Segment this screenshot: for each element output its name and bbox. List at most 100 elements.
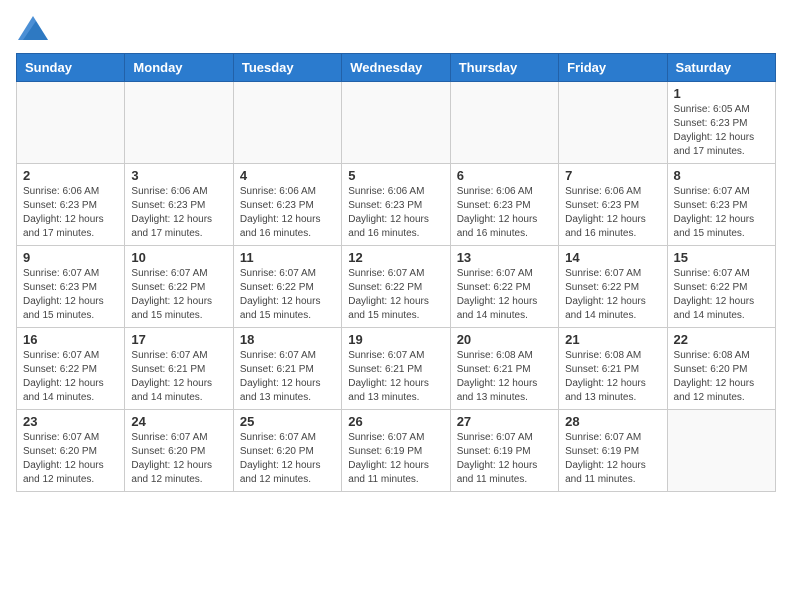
- day-number: 24: [131, 414, 226, 429]
- day-number: 2: [23, 168, 118, 183]
- calendar-cell: 15Sunrise: 6:07 AM Sunset: 6:22 PM Dayli…: [667, 246, 775, 328]
- day-info: Sunrise: 6:08 AM Sunset: 6:21 PM Dayligh…: [457, 349, 552, 405]
- calendar-cell: [559, 82, 667, 164]
- day-info: Sunrise: 6:06 AM Sunset: 6:23 PM Dayligh…: [23, 185, 118, 241]
- calendar-cell: 12 Sunrise: 6:07 AM Sunset: 6:22 PM Dayli…: [342, 246, 450, 328]
- day-info: Sunrise: 6:06 AM Sunset: 6:23 PM Dayligh…: [240, 185, 335, 241]
- day-number: 1: [674, 86, 769, 101]
- calendar-cell: 11 Sunrise: 6:07 AM Sunset: 6:22 PM Dayli…: [233, 246, 341, 328]
- day-number: 27: [457, 414, 552, 429]
- day-info: Sunrise: 6:07 AM Sunset: 6:19 PM Dayligh…: [565, 431, 660, 487]
- calendar-cell: 16 Sunrise: 6:07 AM Sunset: 6:22 PM Dayli…: [17, 328, 125, 410]
- day-number: 8: [674, 168, 769, 183]
- day-info: Sunrise: 6:06 AM Sunset: 6:23 PM Dayligh…: [348, 185, 443, 241]
- day-info: Sunrise: 6:08 AM Sunset: 6:20 PM Dayligh…: [674, 349, 769, 405]
- day-number: 18: [240, 332, 335, 347]
- calendar-week-3: 9 Sunrise: 6:07 AM Sunset: 6:23 PM Daylig…: [17, 246, 776, 328]
- day-number: 4: [240, 168, 335, 183]
- weekday-wednesday: Wednesday: [342, 54, 450, 82]
- weekday-tuesday: Tuesday: [233, 54, 341, 82]
- day-info: Sunrise: 6:08 AM Sunset: 6:21 PM Dayligh…: [565, 349, 660, 405]
- calendar-cell: [125, 82, 233, 164]
- day-info: Sunrise: 6:05 AM Sunset: 6:23 PM Dayligh…: [674, 103, 769, 159]
- calendar-cell: 13Sunrise: 6:07 AM Sunset: 6:22 PM Dayli…: [450, 246, 558, 328]
- day-info: Sunrise: 6:07 AM Sunset: 6:19 PM Dayligh…: [348, 431, 443, 487]
- day-info: Sunrise: 6:06 AM Sunset: 6:23 PM Dayligh…: [457, 185, 552, 241]
- calendar-cell: 24 Sunrise: 6:07 AM Sunset: 6:20 PM Dayli…: [125, 410, 233, 492]
- day-number: 9: [23, 250, 118, 265]
- day-info: Sunrise: 6:07 AM Sunset: 6:22 PM Dayligh…: [23, 349, 118, 405]
- weekday-header-row: SundayMondayTuesdayWednesdayThursdayFrid…: [17, 54, 776, 82]
- day-number: 22: [674, 332, 769, 347]
- day-info: Sunrise: 6:06 AM Sunset: 6:23 PM Dayligh…: [565, 185, 660, 241]
- day-info: Sunrise: 6:06 AM Sunset: 6:23 PM Dayligh…: [131, 185, 226, 241]
- page-header: [16, 16, 776, 45]
- calendar-cell: 9 Sunrise: 6:07 AM Sunset: 6:23 PM Daylig…: [17, 246, 125, 328]
- day-number: 3: [131, 168, 226, 183]
- day-number: 11: [240, 250, 335, 265]
- calendar-cell: 19 Sunrise: 6:07 AM Sunset: 6:21 PM Dayli…: [342, 328, 450, 410]
- calendar-cell: 8 Sunrise: 6:07 AM Sunset: 6:23 PM Daylig…: [667, 164, 775, 246]
- day-info: Sunrise: 6:07 AM Sunset: 6:21 PM Dayligh…: [240, 349, 335, 405]
- calendar-cell: 5 Sunrise: 6:06 AM Sunset: 6:23 PM Daylig…: [342, 164, 450, 246]
- day-info: Sunrise: 6:07 AM Sunset: 6:23 PM Dayligh…: [23, 267, 118, 323]
- day-number: 25: [240, 414, 335, 429]
- day-number: 14: [565, 250, 660, 265]
- day-info: Sunrise: 6:07 AM Sunset: 6:22 PM Dayligh…: [240, 267, 335, 323]
- calendar-cell: 28 Sunrise: 6:07 AM Sunset: 6:19 PM Dayli…: [559, 410, 667, 492]
- day-number: 21: [565, 332, 660, 347]
- calendar-cell: 4 Sunrise: 6:06 AM Sunset: 6:23 PM Daylig…: [233, 164, 341, 246]
- calendar-cell: 26 Sunrise: 6:07 AM Sunset: 6:19 PM Dayli…: [342, 410, 450, 492]
- weekday-sunday: Sunday: [17, 54, 125, 82]
- calendar-cell: 2 Sunrise: 6:06 AM Sunset: 6:23 PM Daylig…: [17, 164, 125, 246]
- calendar-week-1: 1 Sunrise: 6:05 AM Sunset: 6:23 PM Daylig…: [17, 82, 776, 164]
- day-info: Sunrise: 6:07 AM Sunset: 6:20 PM Dayligh…: [23, 431, 118, 487]
- day-info: Sunrise: 6:07 AM Sunset: 6:23 PM Dayligh…: [674, 185, 769, 241]
- logo-icon: [18, 16, 48, 40]
- logo: [16, 16, 48, 45]
- day-info: Sunrise: 6:07 AM Sunset: 6:22 PM Dayligh…: [348, 267, 443, 323]
- calendar-cell: 25 Sunrise: 6:07 AM Sunset: 6:20 PM Dayli…: [233, 410, 341, 492]
- day-number: 5: [348, 168, 443, 183]
- day-number: 15: [674, 250, 769, 265]
- day-number: 16: [23, 332, 118, 347]
- calendar-cell: [342, 82, 450, 164]
- calendar-cell: 3 Sunrise: 6:06 AM Sunset: 6:23 PM Daylig…: [125, 164, 233, 246]
- day-info: Sunrise: 6:07 AM Sunset: 6:22 PM Dayligh…: [565, 267, 660, 323]
- calendar-table: SundayMondayTuesdayWednesdayThursdayFrid…: [16, 53, 776, 492]
- weekday-saturday: Saturday: [667, 54, 775, 82]
- day-info: Sunrise: 6:07 AM Sunset: 6:21 PM Dayligh…: [348, 349, 443, 405]
- calendar-cell: [450, 82, 558, 164]
- weekday-monday: Monday: [125, 54, 233, 82]
- day-number: 12: [348, 250, 443, 265]
- calendar-cell: 21 Sunrise: 6:08 AM Sunset: 6:21 PM Dayli…: [559, 328, 667, 410]
- weekday-friday: Friday: [559, 54, 667, 82]
- day-number: 13: [457, 250, 552, 265]
- day-info: Sunrise: 6:07 AM Sunset: 6:22 PM Dayligh…: [131, 267, 226, 323]
- day-number: 28: [565, 414, 660, 429]
- calendar-cell: 27 Sunrise: 6:07 AM Sunset: 6:19 PM Dayli…: [450, 410, 558, 492]
- day-info: Sunrise: 6:07 AM Sunset: 6:20 PM Dayligh…: [240, 431, 335, 487]
- day-number: 26: [348, 414, 443, 429]
- day-number: 19: [348, 332, 443, 347]
- calendar-week-2: 2 Sunrise: 6:06 AM Sunset: 6:23 PM Daylig…: [17, 164, 776, 246]
- calendar-cell: 10Sunrise: 6:07 AM Sunset: 6:22 PM Dayli…: [125, 246, 233, 328]
- calendar-cell: [17, 82, 125, 164]
- day-info: Sunrise: 6:07 AM Sunset: 6:20 PM Dayligh…: [131, 431, 226, 487]
- calendar-cell: 1 Sunrise: 6:05 AM Sunset: 6:23 PM Daylig…: [667, 82, 775, 164]
- calendar-cell: [233, 82, 341, 164]
- calendar-cell: 18 Sunrise: 6:07 AM Sunset: 6:21 PM Dayli…: [233, 328, 341, 410]
- day-number: 23: [23, 414, 118, 429]
- calendar-cell: 23 Sunrise: 6:07 AM Sunset: 6:20 PM Dayli…: [17, 410, 125, 492]
- day-number: 6: [457, 168, 552, 183]
- day-info: Sunrise: 6:07 AM Sunset: 6:19 PM Dayligh…: [457, 431, 552, 487]
- calendar-week-4: 16 Sunrise: 6:07 AM Sunset: 6:22 PM Dayli…: [17, 328, 776, 410]
- calendar-cell: 6 Sunrise: 6:06 AM Sunset: 6:23 PM Daylig…: [450, 164, 558, 246]
- day-info: Sunrise: 6:07 AM Sunset: 6:21 PM Dayligh…: [131, 349, 226, 405]
- calendar-cell: 14 Sunrise: 6:07 AM Sunset: 6:22 PM Dayli…: [559, 246, 667, 328]
- day-number: 7: [565, 168, 660, 183]
- calendar-cell: [667, 410, 775, 492]
- day-number: 20: [457, 332, 552, 347]
- calendar-cell: 7 Sunrise: 6:06 AM Sunset: 6:23 PM Daylig…: [559, 164, 667, 246]
- calendar-cell: 22 Sunrise: 6:08 AM Sunset: 6:20 PM Dayli…: [667, 328, 775, 410]
